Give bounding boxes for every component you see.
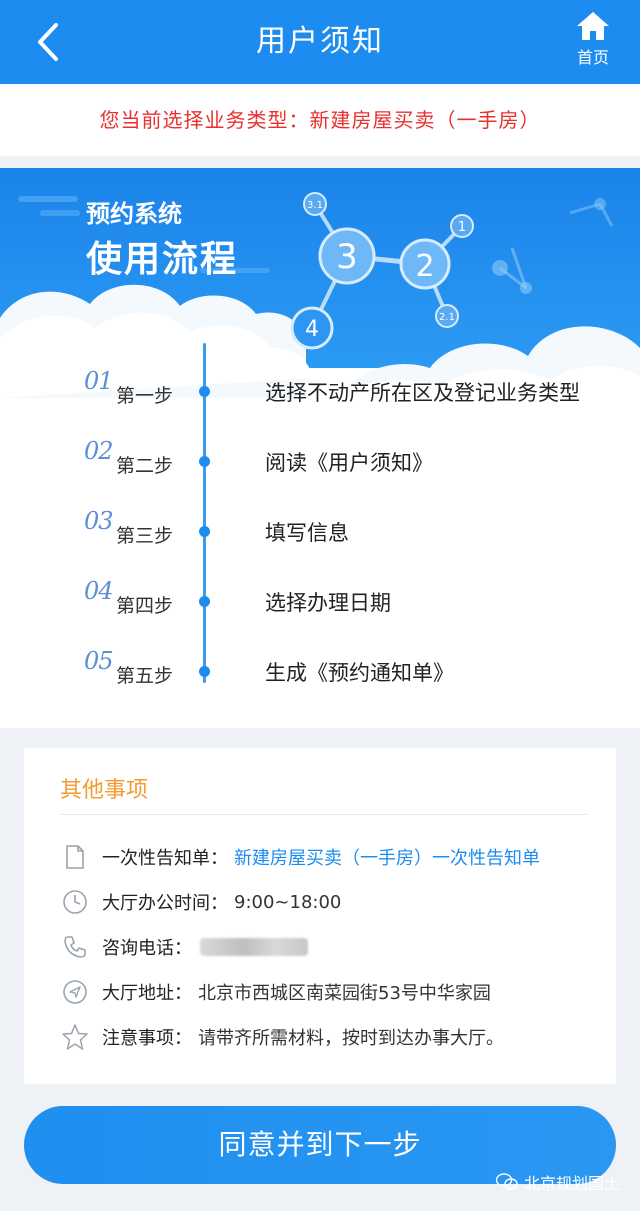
home-icon <box>577 12 609 40</box>
step-item: 01 第一步 选择不动产所在区及登记业务类型 <box>0 367 640 411</box>
timeline-dot <box>199 526 210 537</box>
info-row-notes: 注意事项： 请带齐所需材料，按时到达办事大厅。 <box>60 1022 600 1052</box>
step-number: 01 <box>84 367 114 395</box>
step-number: 04 <box>84 577 114 605</box>
usage-flow-card: 预约系统 使用流程 3 2 1 4 3.1 2.1 01 第一步 选择不动产所在… <box>0 168 640 728</box>
other-items-heading: 其他事项 <box>60 778 149 803</box>
document-icon <box>60 842 90 872</box>
info-key: 注意事项： <box>102 1028 192 1049</box>
watermark-text: 北京规划国土 <box>523 1174 620 1193</box>
timeline-dot <box>199 666 210 677</box>
info-key: 大厅办公时间： <box>102 893 228 914</box>
step-number: 03 <box>84 507 114 535</box>
business-type-notice: 您当前选择业务类型：新建房屋买卖（一手房） <box>0 84 640 156</box>
step-name: 第四步 <box>116 595 174 617</box>
info-value: 北京市西城区南菜园街53号中华家园 <box>198 983 491 1004</box>
clock-icon <box>60 887 90 917</box>
timeline-dot <box>199 456 210 467</box>
top-nav-bar: 用户须知 首页 <box>0 0 640 84</box>
step-item: 05 第五步 生成《预约通知单》 <box>0 647 640 691</box>
page-title: 用户须知 <box>256 24 384 59</box>
step-number: 02 <box>84 437 114 465</box>
step-description: 生成《预约通知单》 <box>265 661 454 685</box>
info-value: 请带齐所需材料，按时到达办事大厅。 <box>198 1028 504 1049</box>
step-number: 05 <box>84 647 114 675</box>
step-name: 第三步 <box>116 525 174 547</box>
info-value: 9:00~18:00 <box>234 891 342 913</box>
other-items-card: 其他事项 一次性告知单： 新建房屋买卖（一手房）一次性告知单 大厅办公时间： 9… <box>24 748 616 1084</box>
location-icon <box>60 977 90 1007</box>
step-description: 阅读《用户须知》 <box>265 451 433 475</box>
watermark: 北京规划国土 <box>495 1170 620 1194</box>
phone-icon <box>60 932 90 962</box>
step-item: 04 第四步 选择办理日期 <box>0 577 640 621</box>
redacted-phone-number <box>200 938 308 956</box>
notice-link[interactable]: 新建房屋买卖（一手房）一次性告知单 <box>234 844 540 870</box>
step-name: 第一步 <box>116 385 174 407</box>
divider <box>60 814 588 815</box>
step-description: 选择办理日期 <box>265 591 391 615</box>
step-name: 第二步 <box>116 455 174 477</box>
info-key: 一次性告知单： <box>102 848 228 869</box>
info-row-notice: 一次性告知单： 新建房屋买卖（一手房）一次性告知单 <box>60 842 600 872</box>
home-button[interactable]: 首页 <box>570 10 616 74</box>
info-row-hours: 大厅办公时间： 9:00~18:00 <box>60 887 600 917</box>
step-item: 03 第三步 填写信息 <box>0 507 640 551</box>
step-name: 第五步 <box>116 665 174 687</box>
step-item: 02 第二步 阅读《用户须知》 <box>0 437 640 481</box>
star-icon <box>60 1022 90 1052</box>
step-description: 填写信息 <box>265 521 349 545</box>
step-description: 选择不动产所在区及登记业务类型 <box>265 381 580 405</box>
info-row-phone: 咨询电话： <box>60 932 600 962</box>
info-row-address: 大厅地址： 北京市西城区南菜园街53号中华家园 <box>60 977 600 1007</box>
home-label: 首页 <box>576 48 609 67</box>
timeline-dot <box>199 386 210 397</box>
step-list: 01 第一步 选择不动产所在区及登记业务类型 02 第二步 阅读《用户须知》 0… <box>0 168 640 728</box>
wechat-icon <box>495 1173 518 1190</box>
timeline-dot <box>199 596 210 607</box>
info-key: 大厅地址： <box>102 983 192 1004</box>
info-key: 咨询电话： <box>102 938 192 959</box>
